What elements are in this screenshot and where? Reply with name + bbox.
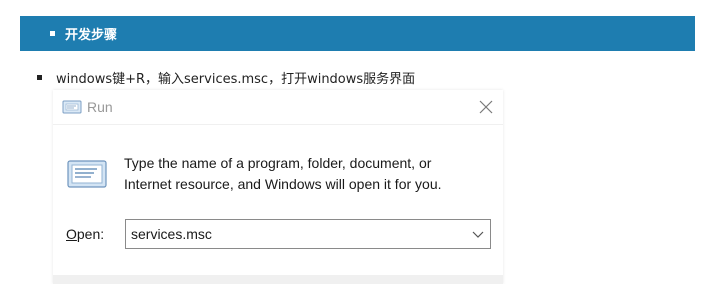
open-label-accelerator: O bbox=[66, 226, 77, 242]
description-line-2: Internet resource, and Windows will open… bbox=[124, 176, 442, 192]
dialog-titlebar[interactable]: Run bbox=[53, 90, 503, 125]
run-dialog: Run Type the name of a program, folder, … bbox=[53, 90, 503, 284]
dialog-description: Type the name of a program, folder, docu… bbox=[124, 153, 484, 195]
page: 开发步骤 windows键+R，输入services.msc，打开windows… bbox=[0, 0, 710, 284]
close-button[interactable] bbox=[475, 96, 497, 118]
run-icon bbox=[67, 160, 107, 188]
bullet-square-icon bbox=[50, 31, 55, 36]
section-title: 开发步骤 bbox=[65, 28, 118, 43]
bullet-square-icon bbox=[37, 75, 42, 80]
run-icon bbox=[62, 100, 82, 114]
dialog-title: Run bbox=[87, 99, 113, 115]
chevron-down-icon[interactable] bbox=[472, 229, 484, 239]
open-label-text: pen: bbox=[76, 226, 105, 242]
instruction-text: windows键+R，输入services.msc，打开windows服务界面 bbox=[56, 72, 416, 87]
open-combobox[interactable]: services.msc bbox=[125, 219, 491, 249]
open-input-value[interactable]: services.msc bbox=[131, 226, 212, 242]
description-line-1: Type the name of a program, folder, docu… bbox=[124, 155, 432, 171]
close-icon bbox=[479, 100, 493, 114]
instruction-item: windows键+R，输入services.msc，打开windows服务界面 bbox=[37, 68, 415, 87]
dialog-footer bbox=[53, 275, 503, 284]
open-label: Open: bbox=[66, 226, 104, 242]
dialog-body: Type the name of a program, folder, docu… bbox=[53, 125, 503, 284]
section-header: 开发步骤 bbox=[20, 16, 695, 51]
